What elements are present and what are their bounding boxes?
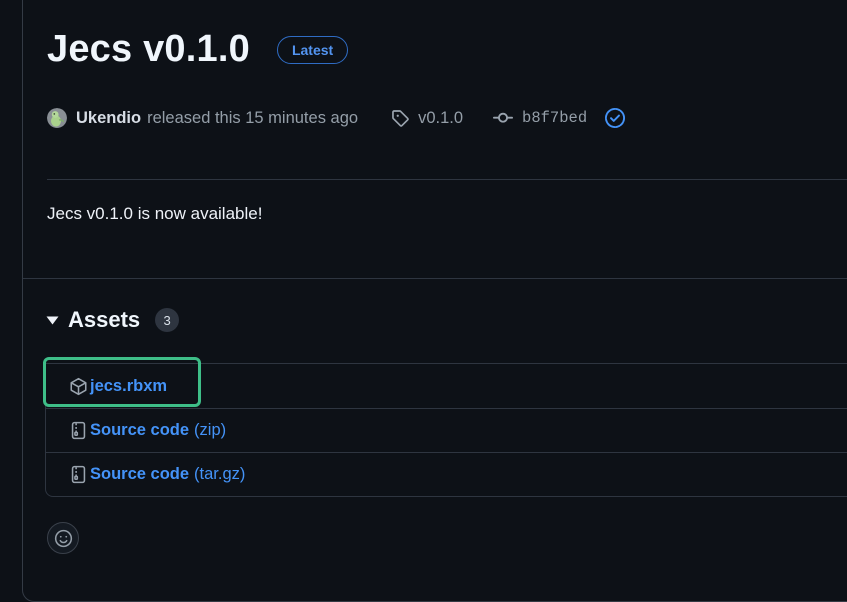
asset-row-jecs-rbxm: jecs.rbxm <box>46 364 847 408</box>
author-avatar[interactable] <box>47 108 67 128</box>
smiley-icon <box>54 529 73 548</box>
package-icon <box>69 377 88 396</box>
file-zip-icon <box>69 421 88 440</box>
caret-down-icon <box>46 316 59 325</box>
tag-icon <box>391 109 409 127</box>
asset-suffix: (zip) <box>194 421 226 440</box>
latest-badge: Latest <box>277 36 348 64</box>
release-card: Jecs v0.1.0 Latest Ukendio released this… <box>22 0 847 602</box>
commit-sha-link[interactable]: b8f7bed <box>522 109 587 127</box>
file-zip-icon <box>69 465 88 484</box>
release-meta: Ukendio released this 15 minutes ago v0.… <box>47 107 626 129</box>
tag-group: v0.1.0 <box>391 109 463 128</box>
tag-name: v0.1.0 <box>418 109 463 128</box>
assets-list: jecs.rbxm Source code (zip) <box>45 363 847 497</box>
asset-suffix: (tar.gz) <box>194 465 245 484</box>
user-avatar-image <box>47 108 67 128</box>
assets-count-badge: 3 <box>155 308 179 332</box>
asset-row-source-zip: Source code (zip) <box>46 408 847 452</box>
asset-row-source-targz: Source code (tar.gz) <box>46 452 847 496</box>
asset-link-source-zip[interactable]: Source code (zip) <box>69 421 226 440</box>
asset-link-jecs-rbxm[interactable]: jecs.rbxm <box>69 377 172 396</box>
assets-divider <box>23 278 847 279</box>
assets-toggle[interactable]: Assets 3 <box>46 307 179 333</box>
git-commit-icon <box>493 108 513 128</box>
release-title: Jecs v0.1.0 <box>47 29 250 71</box>
asset-link-source-targz[interactable]: Source code (tar.gz) <box>69 465 245 484</box>
release-body: Jecs v0.1.0 is now available! <box>47 204 262 224</box>
asset-name: jecs.rbxm <box>90 377 167 396</box>
verified-icon <box>604 107 626 129</box>
verified-badge[interactable] <box>604 107 626 129</box>
asset-name: Source code <box>90 465 189 484</box>
released-text: released this 15 minutes ago <box>147 109 358 128</box>
commit-group: b8f7bed <box>493 107 626 129</box>
release-header: Jecs v0.1.0 Latest <box>47 29 348 71</box>
author-link[interactable]: Ukendio <box>76 109 141 128</box>
header-divider <box>47 179 847 180</box>
add-reaction-button[interactable] <box>47 522 79 554</box>
assets-heading: Assets <box>68 307 140 333</box>
asset-name: Source code <box>90 421 189 440</box>
